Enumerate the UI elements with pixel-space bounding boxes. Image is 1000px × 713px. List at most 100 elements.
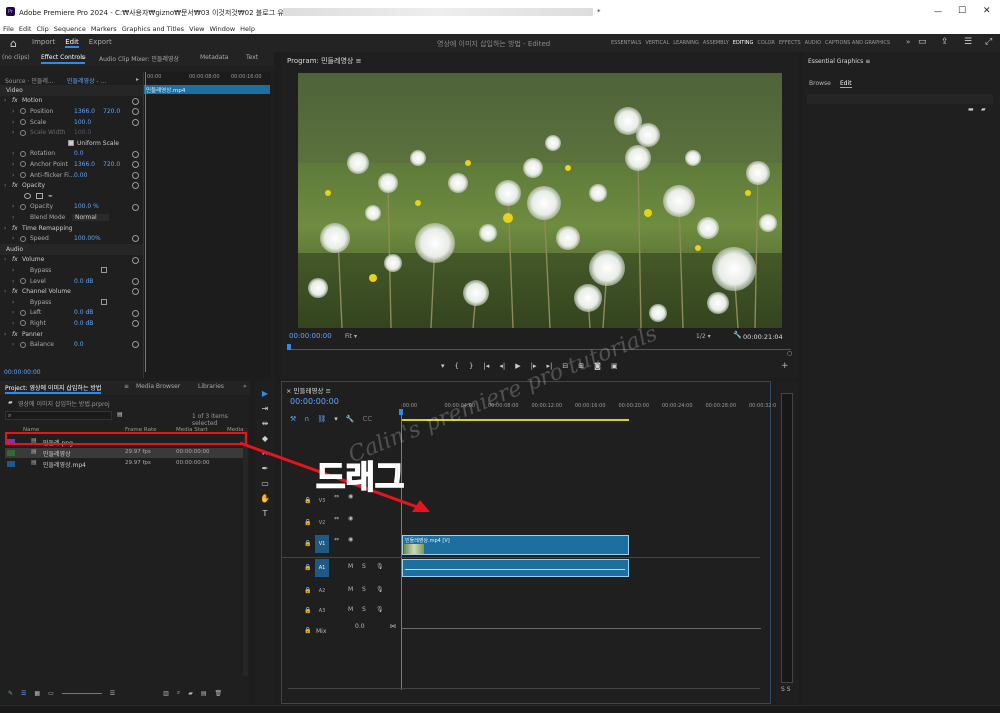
program-timecode[interactable]: 00:00:00:00 [289, 332, 332, 340]
program-playhead[interactable] [287, 344, 291, 350]
effect-row[interactable]: › fx Motion [0, 96, 143, 107]
effect-row[interactable]: › fx Channel Volume [0, 286, 143, 297]
track-lock-icon[interactable]: 🔒 [304, 519, 311, 526]
reset-icon[interactable] [132, 150, 139, 158]
effect-row[interactable]: › Blend Mode Normal [0, 212, 143, 223]
home-icon[interactable]: ⌂ [10, 37, 17, 50]
timeline-timecode[interactable]: 00:00:00:00 [290, 397, 339, 406]
project-scrollbar[interactable] [243, 428, 248, 676]
reset-icon[interactable] [132, 341, 139, 349]
fx-icon[interactable]: fx [12, 256, 22, 263]
tab-no-clips[interactable]: (no clips) [2, 54, 30, 61]
graphics-layer-area[interactable] [807, 94, 993, 104]
workspace-assembly[interactable]: ASSEMBLY [703, 40, 729, 46]
track-label-v2[interactable]: V2 [315, 514, 329, 532]
property-value[interactable]: 0.0 [74, 150, 84, 157]
effect-row[interactable]: › Bypass [0, 297, 143, 308]
sequence-selector[interactable]: 민들레영상 - ... [67, 76, 106, 85]
menu-help[interactable]: Help [240, 25, 255, 33]
expand-icon[interactable]: › [0, 150, 20, 157]
timeline-h-scroll[interactable] [288, 688, 760, 693]
pencil-icon[interactable]: ✎ [8, 690, 13, 697]
track-label-a2[interactable]: A2 [315, 582, 329, 600]
tab-metadata[interactable]: Metadata [200, 54, 228, 61]
expand-icon[interactable]: › [0, 214, 20, 221]
solo-buttons[interactable]: S S [781, 686, 791, 693]
type-tool-icon[interactable]: T [263, 509, 268, 518]
eye-icon[interactable]: ◉ [348, 515, 353, 522]
workspace-learning[interactable]: LEARNING [673, 40, 699, 46]
menu-clip[interactable]: Clip [36, 25, 48, 33]
tab-libraries[interactable]: Libraries [198, 383, 224, 390]
folder-icon[interactable]: ▰ [981, 106, 986, 113]
mini-clip[interactable]: 민들레영상.mp4 [144, 85, 270, 94]
playhead-mini[interactable] [145, 72, 146, 372]
zoom-slider[interactable] [61, 692, 102, 694]
nav-export[interactable]: Export [89, 38, 112, 48]
effect-row[interactable]: Uniform Scale [0, 138, 143, 149]
track-lock-icon[interactable]: 🔒 [304, 587, 311, 594]
stopwatch-icon[interactable] [20, 172, 26, 179]
menu-graphics-and-titles[interactable]: Graphics and Titles [122, 25, 184, 33]
expand-icon[interactable]: › [0, 331, 12, 338]
button-editor-icon[interactable]: + [781, 361, 789, 371]
stopwatch-icon[interactable] [20, 119, 26, 126]
tab-project[interactable]: Project: 영상에 이미지 삽입하는 방법 [5, 383, 102, 394]
stopwatch-icon[interactable] [20, 150, 26, 157]
new-bin-icon[interactable]: ▰ [188, 690, 193, 697]
menu-file[interactable]: File [3, 25, 14, 33]
property-value[interactable]: 1366.0 [74, 161, 95, 168]
effect-row[interactable]: ✒ [0, 191, 143, 202]
source-selector[interactable]: Source · 민들레... [5, 76, 54, 85]
nav-import[interactable]: Import [32, 38, 55, 48]
stopwatch-icon[interactable] [20, 235, 26, 242]
effect-row[interactable]: › Scale Width 100.0 [0, 127, 143, 138]
workspace-editing[interactable]: EDITING [733, 40, 754, 46]
stopwatch-icon[interactable] [20, 129, 26, 136]
solo-icon[interactable]: S [362, 586, 366, 593]
mute-icon[interactable]: M [348, 606, 353, 613]
timeline-menu[interactable]: ≡ [326, 387, 331, 395]
workspace-color[interactable]: COLOR [757, 40, 774, 46]
expand-icon[interactable]: › [0, 172, 20, 179]
expand-icon[interactable]: › [0, 182, 12, 189]
property-value[interactable]: 1366.0 [74, 108, 95, 115]
expand-icon[interactable]: › [0, 119, 20, 126]
tab-browse[interactable]: Browse [809, 80, 831, 87]
checkbox[interactable] [101, 299, 108, 306]
menu-edit[interactable]: Edit [19, 25, 32, 33]
new-layer-icon[interactable]: ▬ [968, 106, 974, 113]
reset-icon[interactable] [132, 256, 139, 264]
workspace-captions-and-graphics[interactable]: CAPTIONS AND GRAPHICS [825, 40, 890, 46]
mix-value[interactable]: 0.0 [355, 623, 365, 630]
effect-row[interactable]: › Opacity 100.0 % [0, 202, 143, 213]
project-item[interactable]: ▤ 민들레영상 29.97 fps 00:00:00:00 [5, 448, 243, 458]
slip-tool-icon[interactable]: ⇿ [262, 449, 269, 458]
reset-icon[interactable] [132, 161, 139, 169]
zoom-select[interactable]: Fit ▾ [345, 333, 357, 340]
expand-icon[interactable]: › [0, 97, 12, 104]
eye-icon[interactable]: ◉ [348, 536, 353, 543]
effect-row[interactable]: › Position 1366.0 720.0 [0, 106, 143, 117]
stopwatch-icon[interactable] [20, 320, 26, 327]
fullscreen-icon[interactable]: ⤢ [985, 37, 992, 47]
effect-row[interactable]: › Speed 100.00% [0, 233, 143, 244]
mark-in-icon[interactable]: { [455, 362, 459, 370]
resolution-select[interactable]: 1/2 ▾ [696, 333, 711, 340]
ellipse-mask-icon[interactable] [24, 192, 31, 199]
track-label-a1[interactable]: A1 [315, 559, 329, 577]
selection-tool-icon[interactable]: ▶ [262, 389, 268, 398]
effect-row[interactable]: › Balance 0.0 [0, 339, 143, 350]
property-value[interactable]: Normal [72, 213, 109, 221]
stopwatch-icon[interactable] [20, 108, 26, 115]
expand-icon[interactable]: › [0, 341, 20, 348]
close-button[interactable]: ✕ [983, 6, 991, 16]
toggle-sync-icon[interactable]: ⇔ [334, 515, 339, 522]
effect-row[interactable]: › fx Panner [0, 329, 143, 340]
track-select-tool-icon[interactable]: ⇥ [262, 404, 269, 413]
reset-icon[interactable] [132, 171, 139, 179]
voiceover-icon[interactable]: 🎙 [376, 563, 384, 570]
expand-icon[interactable]: › [0, 256, 12, 263]
menu-markers[interactable]: Markers [91, 25, 117, 33]
new-item-icon[interactable]: ▤ [201, 690, 207, 697]
